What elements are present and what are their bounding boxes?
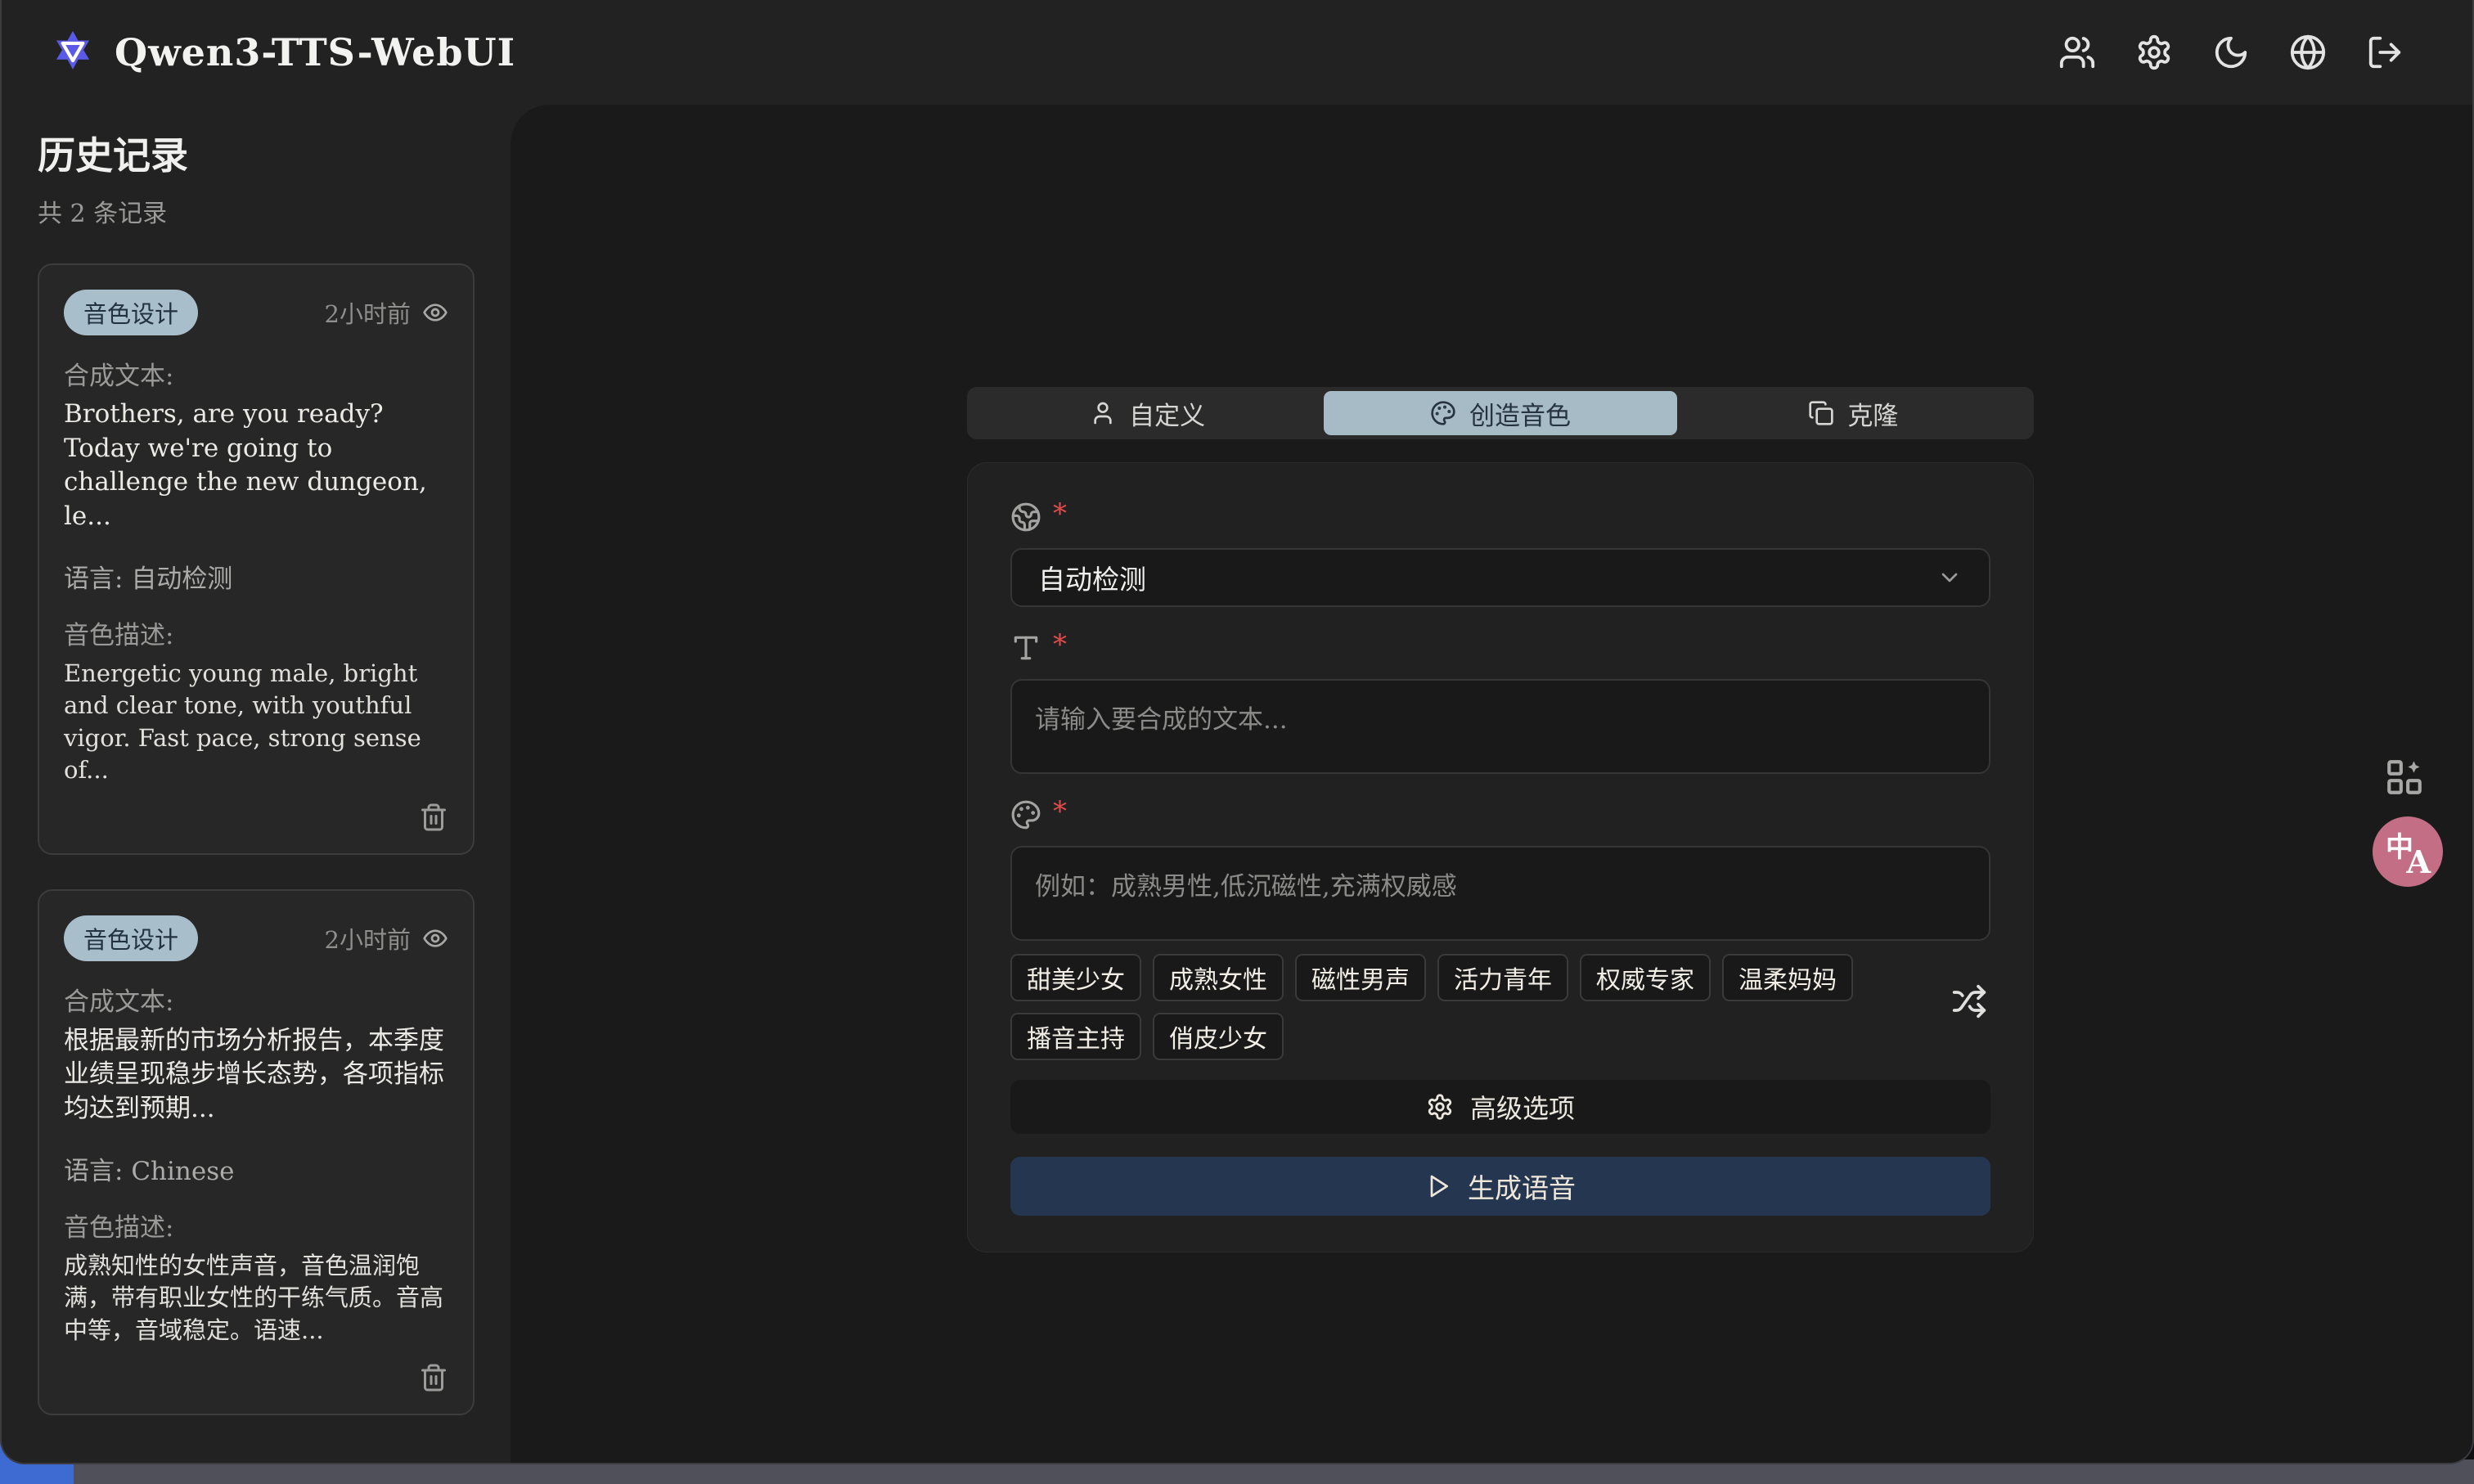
required-asterisk: * bbox=[1053, 500, 1067, 528]
user-icon bbox=[1090, 400, 1116, 426]
history-card: 音色设计 2小时前 合成文本: 根据最新的市场分析报告，本季度业绩呈现稳步增长态… bbox=[38, 889, 475, 1415]
record-timestamp: 2小时前 bbox=[325, 295, 411, 330]
copy-icon bbox=[1808, 400, 1834, 426]
shuffle-icon[interactable] bbox=[1951, 983, 1987, 1019]
record-type-badge: 音色设计 bbox=[64, 915, 198, 961]
history-sidebar: 历史记录 共 2 条记录 音色设计 2小时前 合成文本: Brothers, a… bbox=[2, 105, 511, 1463]
record-timestamp: 2小时前 bbox=[325, 921, 411, 956]
palette-icon bbox=[1430, 400, 1456, 426]
advanced-options-button[interactable]: 高级选项 bbox=[1010, 1080, 1990, 1134]
translate-en-glyph: A bbox=[2407, 843, 2431, 880]
gear-icon bbox=[1426, 1093, 1454, 1121]
language-line: 语言: 自动检测 bbox=[64, 558, 448, 595]
delete-record-icon[interactable] bbox=[419, 1363, 448, 1392]
app-window: Qwen3-TTS-WebUI 历史记录 共 2 条记录 bbox=[0, 0, 2474, 1464]
delete-record-icon[interactable] bbox=[419, 803, 448, 832]
voice-desc-value: Energetic young male, bright and clear t… bbox=[64, 658, 448, 787]
voice-chip[interactable]: 活力青年 bbox=[1437, 954, 1568, 1001]
widgets-sparkle-icon[interactable] bbox=[2384, 757, 2425, 798]
voice-chip[interactable]: 甜美少女 bbox=[1010, 954, 1141, 1001]
language-select-value: 自动检测 bbox=[1038, 558, 1936, 597]
view-record-icon[interactable] bbox=[422, 299, 448, 326]
mode-tabbar: 自定义 创造音色 克隆 bbox=[967, 387, 2034, 439]
generate-speech-label: 生成语音 bbox=[1468, 1167, 1576, 1206]
voice-desc-label: 音色描述: bbox=[64, 1212, 448, 1244]
earth-icon bbox=[1010, 501, 1041, 533]
create-voice-form: * 自动检测 * bbox=[967, 462, 2034, 1252]
header: Qwen3-TTS-WebUI bbox=[2, 0, 2472, 105]
dark-mode-moon-icon[interactable] bbox=[2212, 34, 2250, 71]
tab-custom[interactable]: 自定义 bbox=[971, 391, 1324, 435]
language-line: 语言: Chinese bbox=[64, 1150, 448, 1187]
users-icon[interactable] bbox=[2058, 34, 2096, 71]
app-logo-icon bbox=[49, 29, 97, 76]
logout-icon[interactable] bbox=[2366, 34, 2404, 71]
voice-desc-input[interactable] bbox=[1010, 846, 1990, 941]
language-globe-icon[interactable] bbox=[2289, 34, 2327, 71]
translate-button[interactable]: 中 A bbox=[2373, 816, 2443, 887]
palette-icon bbox=[1010, 799, 1041, 830]
main-panel: 自定义 创造音色 克隆 * 自 bbox=[511, 105, 2472, 1463]
settings-icon[interactable] bbox=[2135, 34, 2173, 71]
advanced-options-label: 高级选项 bbox=[1470, 1088, 1575, 1126]
synth-text-value: Brothers, are you ready? Today we're goi… bbox=[64, 398, 448, 533]
voice-chip[interactable]: 磁性男声 bbox=[1295, 954, 1426, 1001]
generate-speech-button[interactable]: 生成语音 bbox=[1010, 1157, 1990, 1216]
tab-clone[interactable]: 克隆 bbox=[1677, 391, 2030, 435]
required-asterisk: * bbox=[1053, 631, 1067, 659]
tab-create-voice[interactable]: 创造音色 bbox=[1324, 391, 1676, 435]
voice-chip[interactable]: 权威专家 bbox=[1580, 954, 1711, 1001]
language-select[interactable]: 自动检测 bbox=[1010, 548, 1990, 607]
history-title: 历史记录 bbox=[38, 126, 475, 180]
synth-text-input[interactable] bbox=[1010, 679, 1990, 774]
synth-text-value: 根据最新的市场分析报告，本季度业绩呈现稳步增长态势，各项指标均达到预期... bbox=[64, 1024, 448, 1126]
voice-desc-value: 成熟知性的女性声音，音色温润饱满，带有职业女性的干练气质。音高中等，音域稳定。语… bbox=[64, 1250, 448, 1347]
synth-text-label: 合成文本: bbox=[64, 360, 448, 393]
required-asterisk: * bbox=[1053, 798, 1067, 825]
voice-chip[interactable]: 俏皮少女 bbox=[1153, 1013, 1284, 1060]
voice-preset-chips: 甜美少女 成熟女性 磁性男声 活力青年 权威专家 温柔妈妈 播音主持 俏皮少女 bbox=[1010, 954, 1990, 1060]
tab-label: 自定义 bbox=[1129, 395, 1205, 432]
chevron-down-icon bbox=[1936, 564, 1963, 591]
tab-label: 克隆 bbox=[1847, 395, 1898, 432]
play-icon bbox=[1425, 1173, 1451, 1199]
voice-desc-label: 音色描述: bbox=[64, 619, 448, 652]
view-record-icon[interactable] bbox=[422, 925, 448, 951]
voice-chip[interactable]: 成熟女性 bbox=[1153, 954, 1284, 1001]
history-count: 共 2 条记录 bbox=[38, 193, 475, 229]
synth-text-label: 合成文本: bbox=[64, 986, 448, 1019]
voice-chip[interactable]: 温柔妈妈 bbox=[1722, 954, 1853, 1001]
record-type-badge: 音色设计 bbox=[64, 290, 198, 335]
tab-label: 创造音色 bbox=[1469, 395, 1571, 432]
voice-chip[interactable]: 播音主持 bbox=[1010, 1013, 1141, 1060]
history-card: 音色设计 2小时前 合成文本: Brothers, are you ready?… bbox=[38, 263, 475, 855]
app-title: Qwen3-TTS-WebUI bbox=[115, 30, 515, 74]
type-text-icon bbox=[1010, 632, 1041, 663]
